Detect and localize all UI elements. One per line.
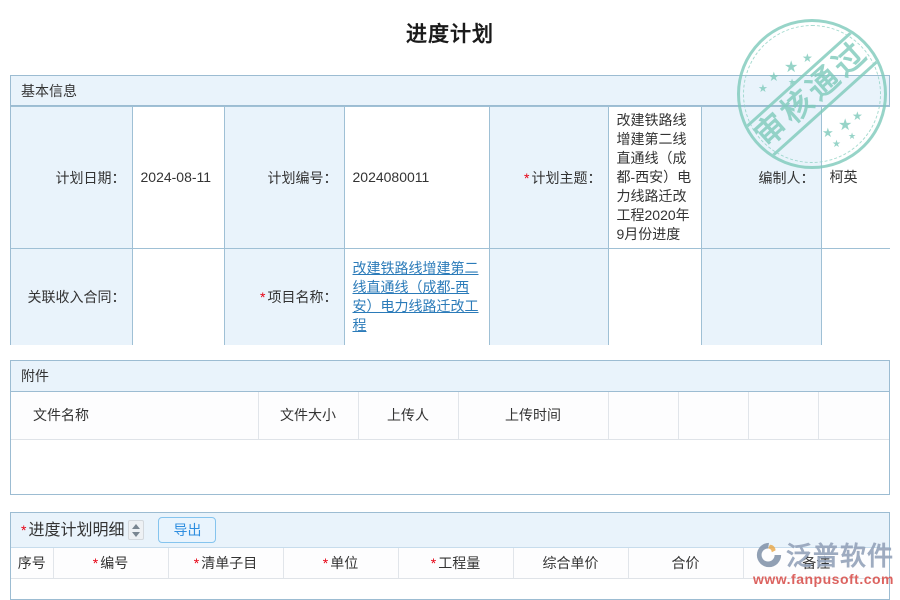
plan-subject-value: 改建铁路线增建第二线直通线（成都-西安）电力线路迁改工程2020年9月份进度 bbox=[608, 107, 701, 249]
detail-section-title: 进度计划明细 bbox=[28, 513, 124, 548]
required-marker: * bbox=[93, 555, 98, 571]
project-name-label: *项目名称： bbox=[224, 249, 344, 345]
attachments-col-file-size: 文件大小 bbox=[258, 392, 358, 439]
project-name-link[interactable]: 改建铁路线增建第二线直通线（成都-西安）电力线路迁改工程 bbox=[353, 260, 479, 333]
attachments-col-empty bbox=[748, 392, 818, 439]
attachments-col-file-name: 文件名称 bbox=[11, 392, 258, 439]
basic-info-section-title: 基本信息 bbox=[11, 76, 889, 106]
compiler-label: 编制人： bbox=[701, 107, 821, 249]
empty-label-cell bbox=[489, 249, 608, 345]
progress-plan-page: 进度计划 基本信息 计划日期： 2024-08-11 计划编号： 2024080… bbox=[0, 0, 900, 600]
detail-col-quantity: *工程量 bbox=[398, 548, 513, 578]
required-marker: * bbox=[260, 289, 265, 305]
watermark-brand-row: 泛普软件 bbox=[753, 536, 894, 573]
attachments-col-empty bbox=[818, 392, 889, 439]
detail-col-list-item: *清单子目 bbox=[168, 548, 283, 578]
attachments-panel: 附件 文件名称 文件大小 上传人 上传时间 bbox=[10, 360, 890, 495]
attachments-col-upload-time: 上传时间 bbox=[458, 392, 608, 439]
required-marker: * bbox=[21, 513, 26, 548]
compiler-value: 柯英 bbox=[821, 107, 890, 249]
plan-subject-label: *计划主题： bbox=[489, 107, 608, 249]
required-marker: * bbox=[194, 555, 199, 571]
attachments-empty-body bbox=[11, 440, 889, 494]
detail-col-total-price: 合价 bbox=[628, 548, 743, 578]
plan-no-label: 计划编号： bbox=[224, 107, 344, 249]
attachments-table: 文件名称 文件大小 上传人 上传时间 bbox=[11, 392, 889, 440]
related-income-contract-label: 关联收入合同： bbox=[11, 249, 132, 345]
attachments-section-title: 附件 bbox=[11, 361, 889, 392]
page-title: 进度计划 bbox=[0, 18, 900, 48]
attachments-col-empty bbox=[678, 392, 748, 439]
watermark-brand: 泛普软件 bbox=[786, 536, 894, 573]
basic-info-table: 计划日期： 2024-08-11 计划编号： 2024080011 *计划主题：… bbox=[11, 106, 890, 345]
detail-col-unit: *单位 bbox=[283, 548, 398, 578]
fanpu-logo-icon bbox=[754, 541, 784, 569]
sort-toggle[interactable] bbox=[128, 520, 144, 540]
watermark-url: www.fanpusoft.com bbox=[753, 571, 894, 587]
attachments-col-uploader: 上传人 bbox=[358, 392, 458, 439]
plan-date-label: 计划日期： bbox=[11, 107, 132, 249]
empty-value-cell bbox=[821, 249, 890, 345]
required-marker: * bbox=[524, 170, 529, 186]
attachments-col-empty bbox=[608, 392, 678, 439]
related-income-contract-value bbox=[132, 249, 224, 345]
plan-date-value: 2024-08-11 bbox=[132, 107, 224, 249]
required-marker: * bbox=[431, 555, 436, 571]
arrow-down-icon bbox=[132, 532, 140, 537]
detail-col-seq: 序号 bbox=[11, 548, 53, 578]
detail-col-unit-price: 综合单价 bbox=[513, 548, 628, 578]
star-icon: ★ bbox=[802, 52, 813, 64]
required-marker: * bbox=[323, 555, 328, 571]
star-icon: ★ bbox=[784, 60, 798, 76]
basic-info-panel: 基本信息 计划日期： 2024-08-11 计划编号： 2024080011 *… bbox=[10, 75, 890, 345]
plan-no-value: 2024080011 bbox=[344, 107, 489, 249]
empty-label-cell bbox=[701, 249, 821, 345]
detail-col-code: *编号 bbox=[53, 548, 168, 578]
arrow-up-icon bbox=[132, 524, 140, 529]
export-button[interactable]: 导出 bbox=[158, 517, 216, 543]
project-name-value: 改建铁路线增建第二线直通线（成都-西安）电力线路迁改工程 bbox=[344, 249, 489, 345]
empty-value-cell bbox=[608, 249, 701, 345]
fanpu-watermark: 泛普软件 www.fanpusoft.com bbox=[753, 536, 894, 587]
